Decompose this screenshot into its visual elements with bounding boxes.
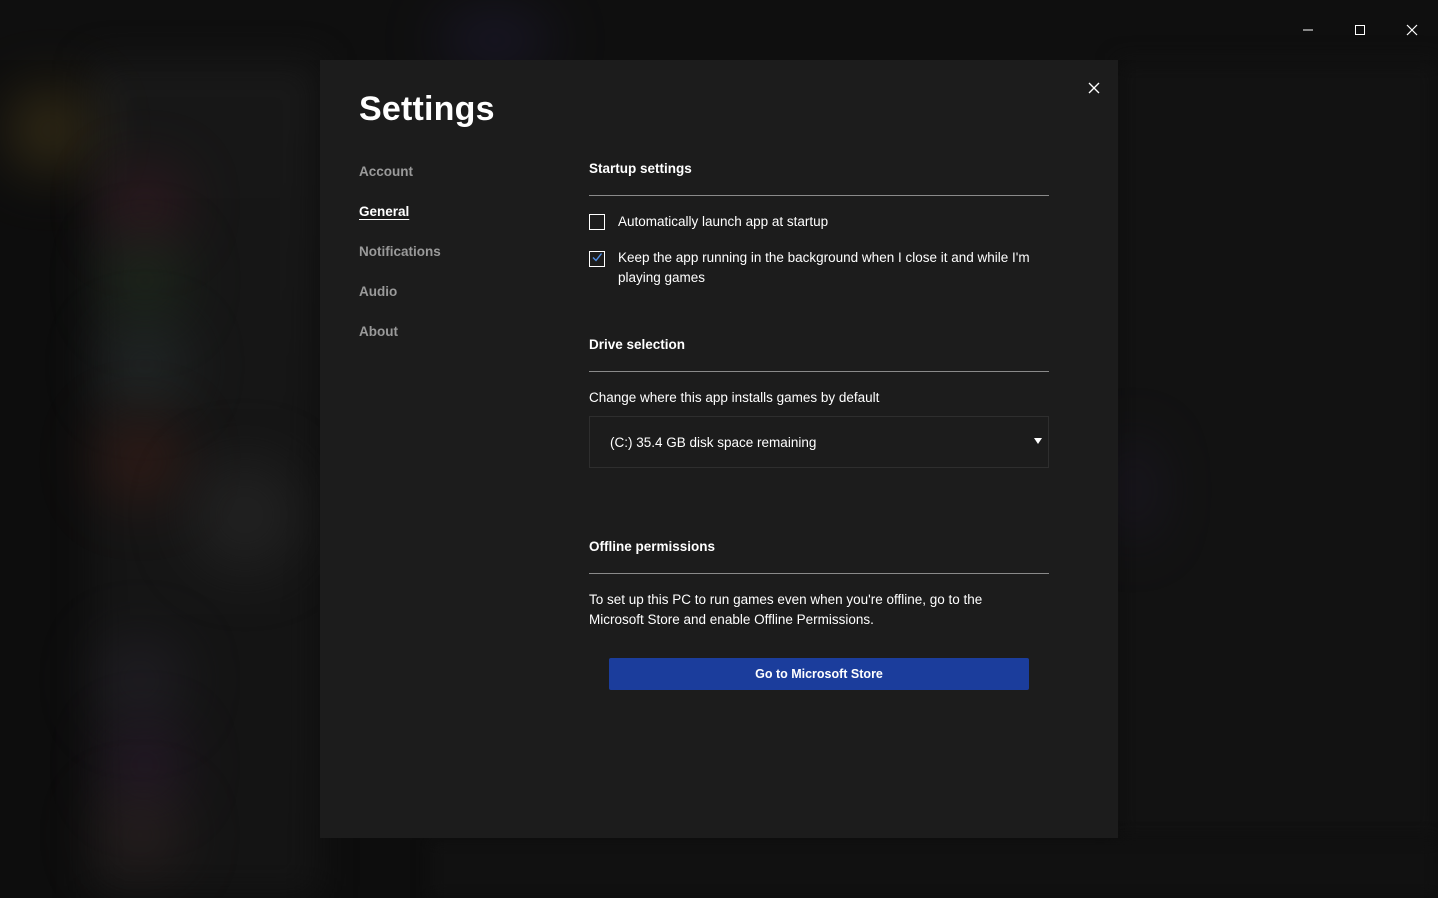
section-title-startup: Startup settings	[589, 161, 692, 176]
background-bottom-bar	[430, 840, 1438, 898]
offline-description: To set up this PC to run games even when…	[589, 592, 983, 627]
maximize-button[interactable]	[1334, 0, 1386, 60]
background-blob	[440, 20, 550, 60]
section-title-offline: Offline permissions	[589, 539, 716, 554]
minimize-icon	[1302, 24, 1314, 36]
background-running-checkbox[interactable]	[589, 251, 605, 267]
background-blob	[105, 330, 185, 400]
nav-item-general[interactable]: General	[359, 202, 559, 242]
dropdown-arrow-icon	[1033, 436, 1043, 446]
background-blob	[110, 170, 180, 240]
background-right-panel	[1118, 60, 1438, 840]
auto-launch-checkbox[interactable]	[589, 214, 605, 230]
offline-section: Offline permissions To set up this PC to…	[589, 538, 1049, 690]
background-blob	[110, 240, 180, 320]
background-blob	[1118, 440, 1148, 540]
auto-launch-label: Automatically launch app at startup	[618, 214, 829, 229]
background-running-label: Keep the app running in the background w…	[618, 250, 1030, 285]
section-divider	[589, 371, 1049, 372]
maximize-icon	[1354, 24, 1366, 36]
drive-select-value: (C:) 35.4 GB disk space remaining	[610, 434, 817, 450]
background-topbar	[0, 0, 1438, 60]
background-blob	[100, 640, 180, 720]
nav-item-account[interactable]: Account	[359, 162, 559, 202]
settings-dialog: Settings Account General Notifications A…	[320, 60, 1118, 838]
section-title-drive: Drive selection	[589, 337, 686, 352]
window-controls	[1282, 0, 1438, 60]
startup-section: Startup settings Automatically launch ap…	[589, 160, 1049, 288]
nav-item-about[interactable]: About	[359, 322, 559, 362]
minimize-button[interactable]	[1282, 0, 1334, 60]
background-blob	[100, 420, 180, 500]
settings-content: Startup settings Automatically launch ap…	[589, 160, 1049, 690]
background-blob	[190, 460, 300, 570]
drive-section: Drive selection Change where this app in…	[589, 336, 1049, 468]
drive-description: Change where this app installs games by …	[589, 390, 880, 405]
nav-item-audio[interactable]: Audio	[359, 282, 559, 322]
dialog-close-button[interactable]	[1082, 78, 1106, 102]
page-title: Settings	[359, 90, 495, 128]
drive-select-dropdown[interactable]: (C:) 35.4 GB disk space remaining	[589, 416, 1049, 468]
section-divider	[589, 195, 1049, 196]
background-blob	[110, 730, 180, 800]
section-divider	[589, 573, 1049, 574]
app-window: Settings Account General Notifications A…	[0, 0, 1438, 898]
window-close-button[interactable]	[1386, 0, 1438, 60]
go-to-store-button[interactable]: Go to Microsoft Store	[609, 658, 1029, 690]
checkmark-icon	[591, 250, 603, 268]
background-blob	[10, 90, 90, 170]
close-icon	[1088, 81, 1100, 99]
settings-nav: Account General Notifications Audio Abou…	[359, 162, 559, 362]
background-blob	[100, 800, 180, 870]
auto-launch-option[interactable]: Automatically launch app at startup	[589, 212, 1049, 232]
close-icon	[1406, 24, 1418, 36]
background-running-option[interactable]: Keep the app running in the background w…	[589, 248, 1049, 288]
nav-item-notifications[interactable]: Notifications	[359, 242, 559, 282]
